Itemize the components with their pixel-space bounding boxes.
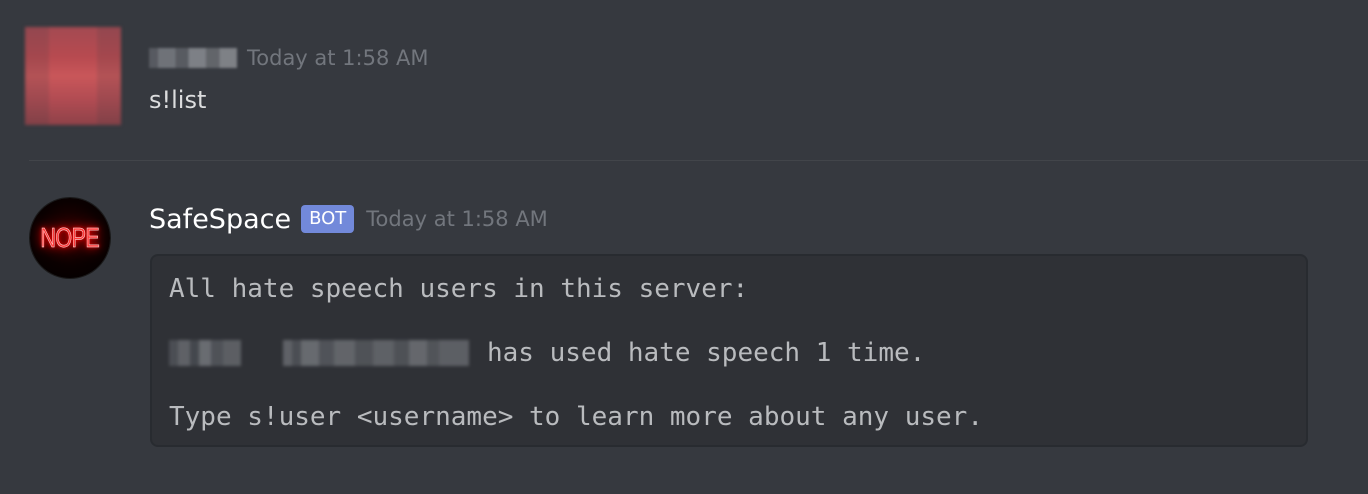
code-line: All hate speech users in this server: <box>169 274 749 304</box>
message-timestamp: Today at 1:58 AM <box>247 46 429 70</box>
bot-username[interactable]: SafeSpace <box>149 204 291 235</box>
message-header: SafeSpace BOT Today at 1:58 AM <box>149 199 548 239</box>
bot-avatar[interactable]: NOPE <box>30 198 110 278</box>
code-line: Type s!user <username> to learn more abo… <box>169 402 983 432</box>
bot-tag: BOT <box>301 205 355 233</box>
code-block: All hate speech users in this server: ha… <box>150 254 1308 447</box>
message-content: s!list <box>149 86 207 114</box>
message-header: Today at 1:58 AM <box>149 40 429 76</box>
bot-message: NOPE SafeSpace BOT Today at 1:58 AM All … <box>0 161 1368 494</box>
code-text: has used hate speech 1 time. <box>487 338 926 368</box>
redacted-username[interactable] <box>149 48 237 68</box>
redacted-username <box>169 340 469 366</box>
code-line: has used hate speech 1 time. <box>169 338 925 368</box>
chat-messages: Today at 1:58 AM s!list NOPE SafeSpace B… <box>0 0 1368 494</box>
nope-sign: NOPE <box>40 222 100 254</box>
user-avatar[interactable] <box>25 27 121 125</box>
message-timestamp: Today at 1:58 AM <box>366 207 548 231</box>
user-message: Today at 1:58 AM s!list <box>0 0 1368 160</box>
